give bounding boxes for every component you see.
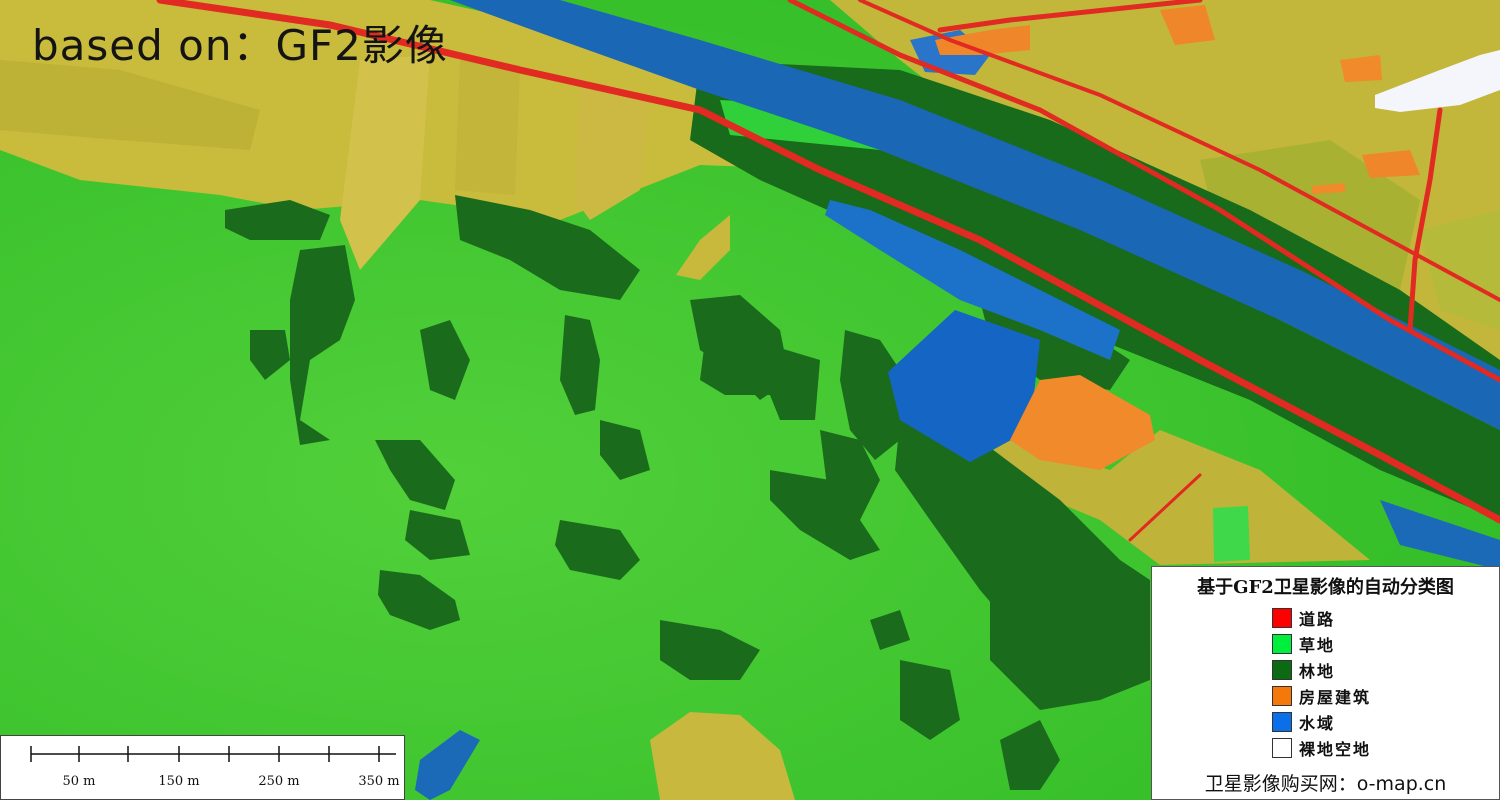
legend-swatch: [1272, 660, 1292, 680]
scale-label: 50 m: [62, 774, 96, 789]
scale-label: 350 m: [358, 774, 400, 789]
legend-item-bare: 裸地空地: [1272, 737, 1371, 759]
legend-label: 房屋建筑: [1299, 688, 1372, 707]
scale-bar: 50 m 150 m 250 m 350 m: [0, 735, 405, 800]
building-area: [1362, 150, 1420, 178]
legend-item-water: 水域: [1272, 711, 1335, 733]
scale-bar-ruler: [30, 746, 396, 762]
map-heading: based on：GF2影像: [32, 21, 448, 70]
legend-label: 裸地空地: [1299, 740, 1372, 759]
legend-swatch: [1272, 712, 1292, 732]
grassland-area: [1213, 506, 1250, 562]
legend-item-grass: 草地: [1272, 633, 1335, 655]
farmland-area: [455, 60, 520, 195]
legend-swatch: [1272, 634, 1292, 654]
legend-title: 基于GF2卫星影像的自动分类图: [1197, 577, 1454, 598]
legend-label: 水域: [1299, 714, 1336, 733]
legend-swatch: [1272, 608, 1292, 628]
legend-item-building: 房屋建筑: [1272, 685, 1371, 707]
scale-label: 150 m: [158, 774, 200, 789]
legend-label: 道路: [1299, 610, 1336, 629]
legend-footer: 卫星影像购买网：o-map.cn: [1204, 773, 1447, 795]
legend-item-road: 道路: [1272, 607, 1335, 629]
legend-label: 林地: [1299, 662, 1336, 681]
legend-swatch: [1272, 686, 1292, 706]
scale-label: 250 m: [258, 774, 300, 789]
legend-swatch: [1272, 738, 1292, 758]
map-legend: 基于GF2卫星影像的自动分类图 道路 草地 林地 房屋建筑 水域 裸地空地 卫星…: [1151, 566, 1500, 800]
legend-label: 草地: [1299, 636, 1336, 655]
legend-item-forest: 林地: [1272, 659, 1335, 681]
